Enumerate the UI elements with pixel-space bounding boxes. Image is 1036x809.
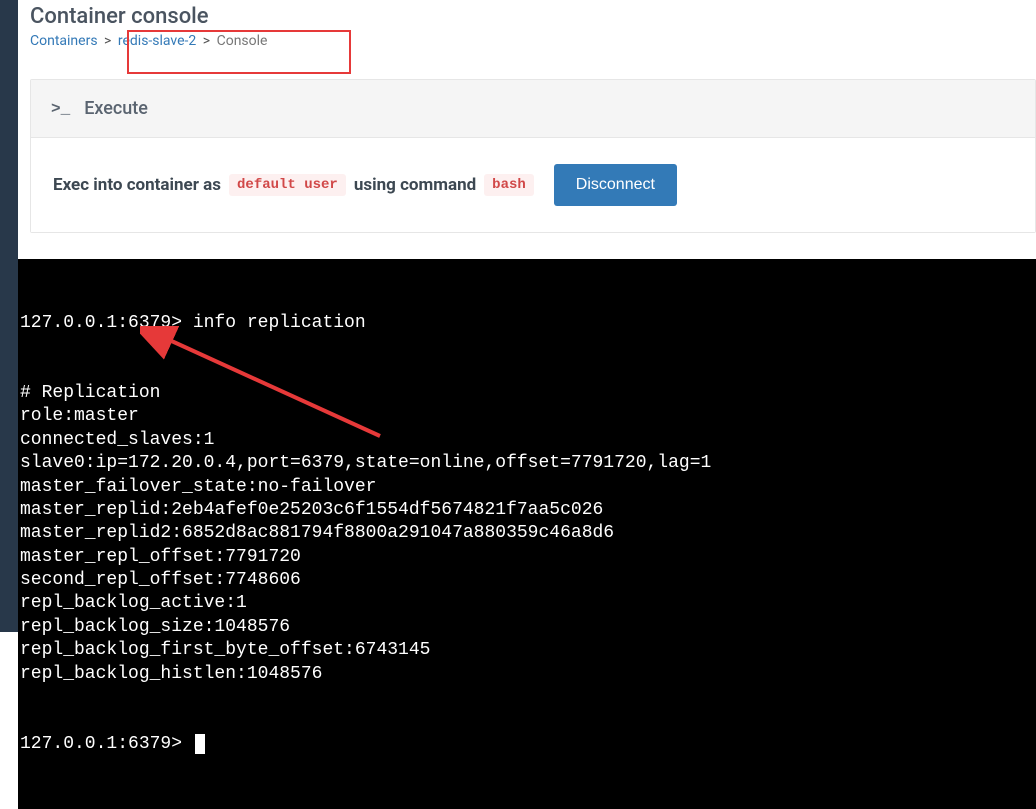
exec-command: bash: [484, 174, 534, 196]
terminal-line: second_repl_offset:7748606: [20, 569, 1034, 592]
terminal-cursor: [195, 734, 205, 754]
terminal-line: # Replication: [20, 382, 1034, 405]
terminal-prompt: 127.0.0.1:6379> info replication: [20, 312, 1034, 335]
breadcrumb-containers[interactable]: Containers: [30, 33, 98, 49]
terminal-output[interactable]: 127.0.0.1:6379> info replication # Repli…: [18, 259, 1036, 809]
terminal-line: slave0:ip=172.20.0.4,port=6379,state=onl…: [20, 452, 1034, 475]
breadcrumb: Containers > redis-slave-2 > Console: [30, 33, 1036, 49]
terminal-line: connected_slaves:1: [20, 429, 1034, 452]
panel-header: >_ Execute: [31, 80, 1035, 138]
terminal-line: repl_backlog_first_byte_offset:6743145: [20, 639, 1034, 662]
terminal-line: master_repl_offset:7791720: [20, 546, 1034, 569]
breadcrumb-sep: >: [104, 33, 111, 49]
breadcrumb-sep: >: [203, 33, 210, 49]
page-title: Container console: [30, 4, 1036, 29]
terminal-line: repl_backlog_histlen:1048576: [20, 663, 1034, 686]
disconnect-button[interactable]: Disconnect: [554, 164, 677, 206]
terminal-line: master_replid:2eb4afef0e25203c6f1554df56…: [20, 499, 1034, 522]
terminal-line: master_failover_state:no-failover: [20, 476, 1034, 499]
sidebar-bar: [0, 0, 18, 632]
terminal-line: repl_backlog_size:1048576: [20, 616, 1034, 639]
exec-prefix: Exec into container as: [53, 175, 221, 195]
terminal-line: repl_backlog_active:1: [20, 592, 1034, 615]
terminal-line: role:master: [20, 405, 1034, 428]
execute-panel: >_ Execute Exec into container as defaul…: [30, 79, 1036, 233]
breadcrumb-current: Console: [217, 33, 268, 49]
exec-middle: using command: [354, 175, 476, 195]
terminal-line: master_replid2:6852d8ac881794f8800a29104…: [20, 522, 1034, 545]
panel-header-title: Execute: [84, 98, 148, 119]
terminal-prompt-cursor: 127.0.0.1:6379>: [20, 733, 1034, 756]
panel-body: Exec into container as default user usin…: [31, 138, 1035, 232]
exec-user: default user: [229, 174, 346, 196]
terminal-icon: >_: [51, 100, 70, 118]
breadcrumb-container-name[interactable]: redis-slave-2: [118, 33, 196, 49]
